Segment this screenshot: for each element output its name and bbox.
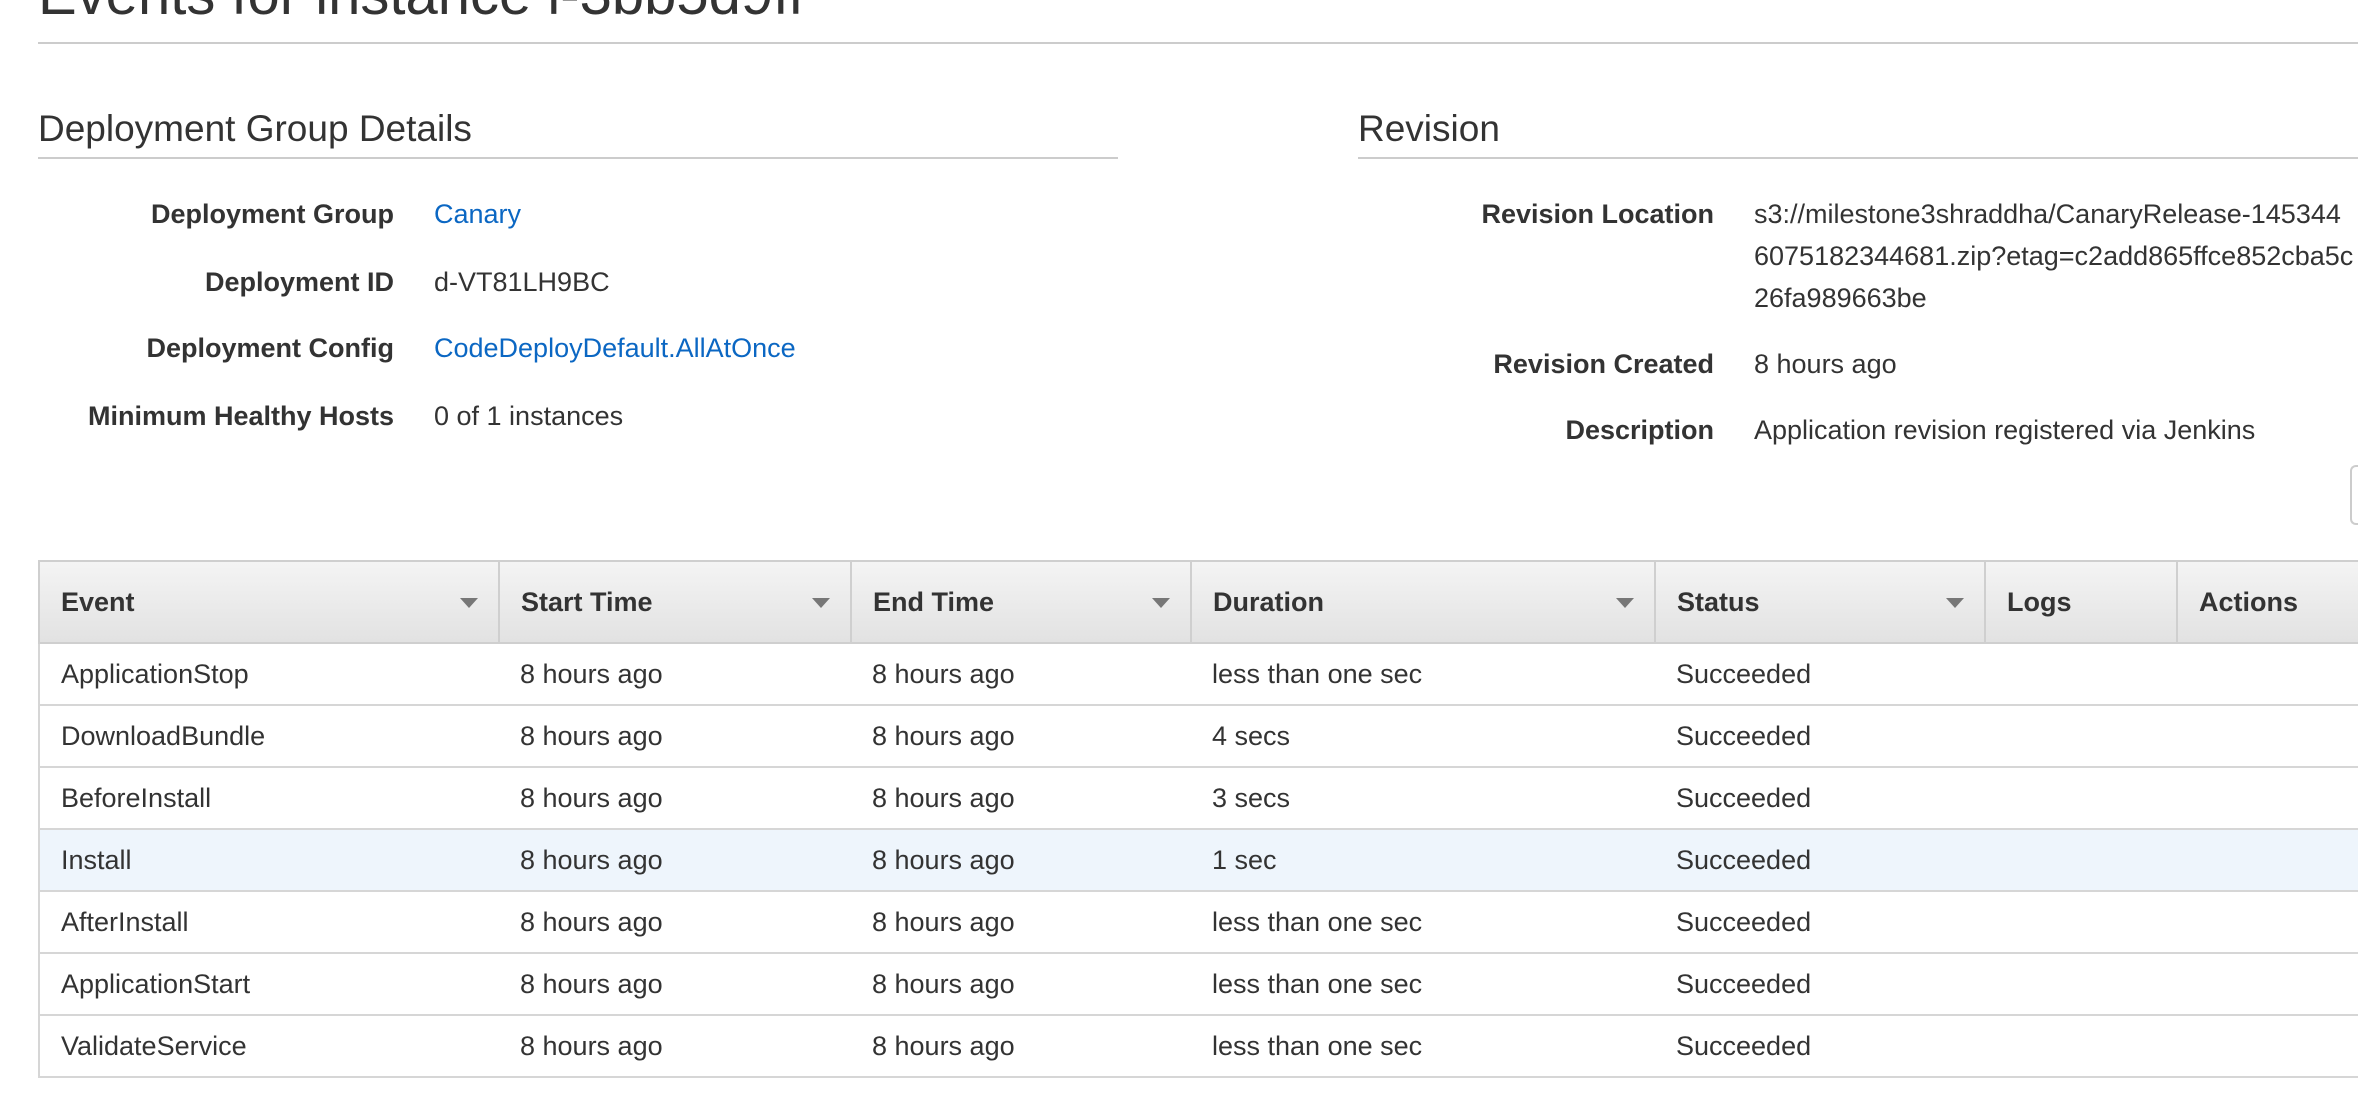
revision-heading: Revision bbox=[1358, 108, 1500, 149]
deployment-config-link[interactable]: CodeDeployDefault.AllAtOnce bbox=[434, 327, 796, 369]
end-time-cell: 8 hours ago bbox=[851, 643, 1191, 706]
deployment-id-value: d-VT81LH9BC bbox=[434, 267, 610, 297]
column-header-duration[interactable]: Duration bbox=[1190, 560, 1656, 644]
status-cell: Succeeded bbox=[1655, 891, 1985, 954]
status-cell: Succeeded bbox=[1655, 767, 1985, 830]
end-time-cell: 8 hours ago bbox=[851, 767, 1191, 830]
logs-cell bbox=[1985, 953, 2177, 1016]
logs-cell bbox=[1985, 891, 2177, 954]
start-time-cell: 8 hours ago bbox=[499, 767, 851, 830]
sort-caret-icon[interactable] bbox=[1616, 598, 1634, 608]
table-row[interactable]: DownloadBundle 8 hours ago 8 hours ago 4… bbox=[38, 705, 2358, 768]
description-value: Application revision registered via Jenk… bbox=[1754, 415, 2256, 445]
duration-cell: less than one sec bbox=[1191, 1015, 1655, 1078]
table-row[interactable]: BeforeInstall 8 hours ago 8 hours ago 3 … bbox=[38, 767, 2358, 830]
actions-cell bbox=[2177, 953, 2358, 1016]
column-header-label: End Time bbox=[873, 586, 995, 617]
deployment-id-label: Deployment ID bbox=[204, 267, 394, 297]
duration-cell: less than one sec bbox=[1191, 643, 1655, 706]
side-panel-tab[interactable] bbox=[2350, 465, 2358, 525]
logs-cell bbox=[1985, 705, 2177, 768]
page-title: Events for instance i-3bb5d9ff bbox=[38, 0, 804, 30]
actions-cell bbox=[2177, 829, 2358, 892]
event-name-cell: DownloadBundle bbox=[38, 705, 499, 768]
actions-cell bbox=[2177, 643, 2358, 706]
column-header-actions: Actions bbox=[2176, 560, 2358, 644]
table-row[interactable]: ApplicationStart 8 hours ago 8 hours ago… bbox=[38, 953, 2358, 1016]
deployment-group-details-heading: Deployment Group Details bbox=[38, 108, 472, 149]
column-header-logs: Logs bbox=[1984, 560, 2178, 644]
events-table-header-row: Event Start Time End Time Duration Statu… bbox=[38, 560, 2358, 644]
event-name-cell: AfterInstall bbox=[38, 891, 499, 954]
event-name-cell: ValidateService bbox=[38, 1015, 499, 1078]
revision-created-label: Revision Created bbox=[1493, 349, 1714, 379]
table-row[interactable]: ApplicationStop 8 hours ago 8 hours ago … bbox=[38, 643, 2358, 706]
status-cell: Succeeded bbox=[1655, 953, 1985, 1016]
sort-caret-icon[interactable] bbox=[812, 598, 830, 608]
deployment-config-label: Deployment Config bbox=[146, 333, 395, 363]
start-time-cell: 8 hours ago bbox=[499, 1015, 851, 1078]
end-time-cell: 8 hours ago bbox=[851, 705, 1191, 768]
column-header-label: Start Time bbox=[521, 586, 653, 617]
table-row[interactable]: AfterInstall 8 hours ago 8 hours ago les… bbox=[38, 891, 2358, 954]
column-header-label: Event bbox=[61, 586, 135, 617]
table-row[interactable]: ValidateService 8 hours ago 8 hours ago … bbox=[38, 1015, 2358, 1078]
duration-cell: less than one sec bbox=[1191, 891, 1655, 954]
deployment-group-link[interactable]: Canary bbox=[434, 193, 521, 235]
title-divider bbox=[38, 42, 2358, 44]
status-cell: Succeeded bbox=[1655, 705, 1985, 768]
column-header-label: Duration bbox=[1213, 586, 1324, 617]
column-header-end-time[interactable]: End Time bbox=[850, 560, 1192, 644]
actions-cell bbox=[2177, 705, 2358, 768]
column-header-start-time[interactable]: Start Time bbox=[498, 560, 852, 644]
deployment-group-label: Deployment Group bbox=[150, 199, 394, 229]
end-time-cell: 8 hours ago bbox=[851, 891, 1191, 954]
start-time-cell: 8 hours ago bbox=[499, 705, 851, 768]
column-header-label: Logs bbox=[2007, 586, 2072, 617]
column-header-label: Actions bbox=[2199, 586, 2299, 617]
status-cell: Succeeded bbox=[1655, 829, 1985, 892]
logs-cell bbox=[1985, 1015, 2177, 1078]
column-header-status[interactable]: Status bbox=[1654, 560, 1986, 644]
duration-cell: less than one sec bbox=[1191, 953, 1655, 1016]
actions-cell bbox=[2177, 891, 2358, 954]
status-cell: Succeeded bbox=[1655, 1015, 1985, 1078]
end-time-cell: 8 hours ago bbox=[851, 829, 1191, 892]
start-time-cell: 8 hours ago bbox=[499, 891, 851, 954]
sort-caret-icon[interactable] bbox=[460, 598, 478, 608]
column-header-event[interactable]: Event bbox=[38, 560, 500, 644]
start-time-cell: 8 hours ago bbox=[499, 953, 851, 1016]
logs-cell bbox=[1985, 643, 2177, 706]
event-name-cell: ApplicationStart bbox=[38, 953, 499, 1016]
start-time-cell: 8 hours ago bbox=[499, 829, 851, 892]
sort-caret-icon[interactable] bbox=[1946, 598, 1964, 608]
status-cell: Succeeded bbox=[1655, 643, 1985, 706]
logs-cell bbox=[1985, 767, 2177, 830]
duration-cell: 1 sec bbox=[1191, 829, 1655, 892]
column-header-label: Status bbox=[1677, 586, 1760, 617]
event-name-cell: BeforeInstall bbox=[38, 767, 499, 830]
end-time-cell: 8 hours ago bbox=[851, 953, 1191, 1016]
start-time-cell: 8 hours ago bbox=[499, 643, 851, 706]
duration-cell: 4 secs bbox=[1191, 705, 1655, 768]
table-row[interactable]: Install 8 hours ago 8 hours ago 1 sec Su… bbox=[38, 829, 2358, 892]
logs-cell bbox=[1985, 829, 2177, 892]
event-name-cell: ApplicationStop bbox=[38, 643, 499, 706]
sort-caret-icon[interactable] bbox=[1152, 598, 1170, 608]
revision-created-value: 8 hours ago bbox=[1754, 349, 1897, 379]
duration-cell: 3 secs bbox=[1191, 767, 1655, 830]
minimum-healthy-hosts-value: 0 of 1 instances bbox=[434, 401, 624, 431]
revision-location-label: Revision Location bbox=[1481, 199, 1714, 229]
actions-cell bbox=[2177, 767, 2358, 830]
minimum-healthy-hosts-label: Minimum Healthy Hosts bbox=[87, 401, 394, 431]
deployment-group-details-divider bbox=[38, 157, 1118, 159]
end-time-cell: 8 hours ago bbox=[851, 1015, 1191, 1078]
revision-location-value: s3://milestone3shraddha/CanaryRelease-14… bbox=[1754, 199, 2354, 313]
description-label: Description bbox=[1565, 415, 1714, 445]
revision-divider bbox=[1358, 157, 2358, 159]
event-name-cell: Install bbox=[38, 829, 499, 892]
events-table: Event Start Time End Time Duration Statu… bbox=[38, 560, 2358, 1078]
actions-cell bbox=[2177, 1015, 2358, 1078]
